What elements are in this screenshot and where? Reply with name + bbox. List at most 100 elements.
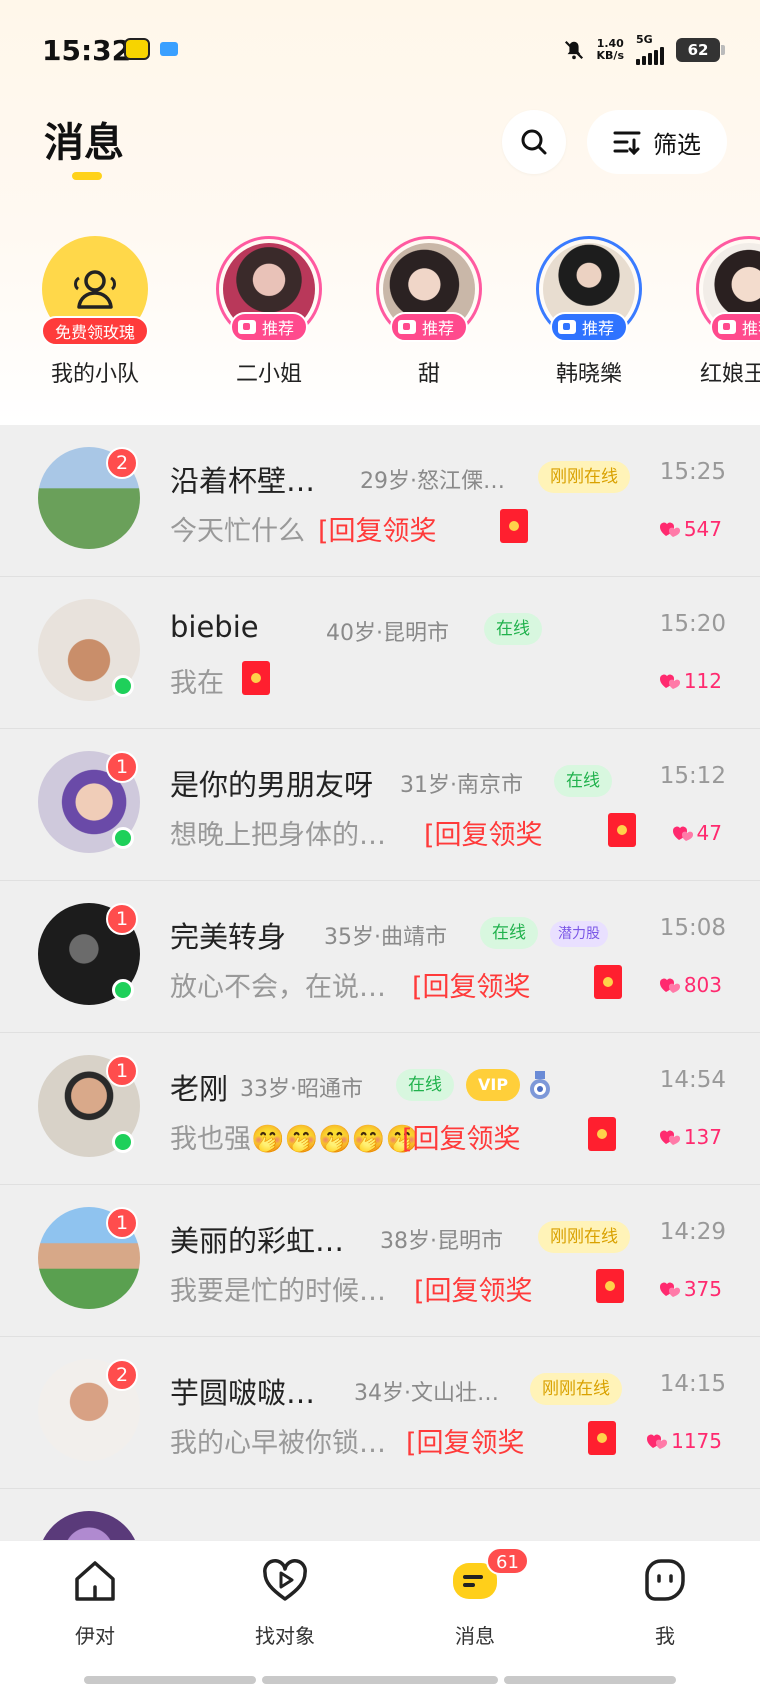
red-envelope-icon[interactable] — [588, 1421, 616, 1455]
profile-face-icon — [645, 1559, 685, 1601]
intimacy-score: 547 — [659, 517, 722, 541]
unread-badge: 1 — [106, 1207, 138, 1239]
story-name: 二小姐 — [235, 362, 302, 387]
conversation-row[interactable]: 1 完美转身 35岁·曲靖市 在线 潜力股 15:08 放心不会，在说… [回复… — [0, 881, 760, 1033]
tab-me[interactable]: 我 — [610, 1557, 720, 1649]
mute-bell-icon — [563, 38, 585, 62]
story-user[interactable]: 推荐 二小姐 — [214, 236, 324, 388]
conversation-row[interactable]: 1 是你的男朋友呀 31岁·南京市 在线 15:12 想晚上把身体的… [回复领… — [0, 729, 760, 881]
online-status: 刚刚在线 — [538, 1221, 630, 1253]
online-status: 在线 — [554, 765, 612, 797]
story-name: 我的小队 — [50, 362, 139, 387]
message-time: 15:25 — [659, 459, 726, 485]
red-envelope-icon[interactable] — [242, 661, 270, 695]
video-icon — [557, 320, 576, 334]
online-status: 刚刚在线 — [530, 1373, 622, 1405]
status-time: 15:32 — [42, 34, 132, 67]
tab-label: 找对象 — [255, 1624, 315, 1648]
red-envelope-icon[interactable] — [608, 813, 636, 847]
intimacy-score: 137 — [659, 1125, 722, 1149]
title-underline — [72, 172, 102, 180]
conversation-row[interactable]: 2 芋圆啵啵… 34岁·文山壮… 刚刚在线 14:15 我的心早被你锁… [回复… — [0, 1337, 760, 1489]
contact-name: 美丽的彩虹… — [170, 1224, 345, 1258]
intimacy-score: 47 — [672, 821, 722, 845]
video-icon — [237, 320, 256, 334]
conversation-row[interactable]: 1 老刚 33岁·昭通市 在线 VIP 14:54 我也强🤭🤭🤭🤭🤭 [回复领奖… — [0, 1033, 760, 1185]
recommend-badge: 推荐 — [709, 312, 760, 342]
conversation-row[interactable]: 2 沿着杯壁… 29岁·怒江傈… 刚刚在线 15:25 今天忙什么 [回复领奖 … — [0, 425, 760, 577]
network-speed: 1.40 KB/s — [596, 36, 624, 62]
unread-badge: 1 — [106, 751, 138, 783]
story-name: 甜 — [417, 362, 440, 387]
red-envelope-icon[interactable] — [500, 509, 528, 543]
heart-icon — [659, 674, 680, 689]
reply-reward-label: [回复领奖 — [406, 1428, 525, 1459]
contact-name: biebie — [170, 610, 259, 644]
intimacy-score: 375 — [659, 1277, 722, 1301]
page-title: 消息 — [44, 120, 124, 166]
team-icon — [74, 270, 116, 309]
story-user[interactable]: 推荐 甜 — [374, 236, 484, 388]
red-envelope-icon[interactable] — [596, 1269, 624, 1303]
free-rose-badge: 免费领玫瑰 — [40, 316, 150, 346]
filter-label: 筛选 — [653, 130, 701, 159]
heart-icon — [659, 522, 680, 537]
filter-button[interactable]: 筛选 — [587, 110, 727, 174]
online-status: 在线 — [480, 917, 538, 949]
message-preview: 我的心早被你锁… — [170, 1428, 386, 1459]
online-dot — [112, 1131, 134, 1153]
app-notification-icon — [124, 38, 150, 60]
story-my-team[interactable]: 免费领玫瑰 我的小队 — [40, 236, 150, 388]
contact-meta: 33岁·昭通市 — [240, 1077, 363, 1102]
story-user[interactable]: 推荐 红娘王 — [694, 236, 760, 388]
message-time: 15:20 — [659, 611, 726, 637]
message-time: 14:54 — [659, 1067, 726, 1093]
bottom-tab-bar: 伊对 找对象 消息 61 我 — [0, 1540, 760, 1688]
reply-reward-label: [回复领奖 — [412, 972, 531, 1003]
contact-name: 芋圆啵啵… — [170, 1376, 316, 1410]
contact-meta: 34岁·文山壮… — [354, 1381, 499, 1406]
conversation-row[interactable]: biebie 40岁·昆明市 在线 15:20 我在 112 — [0, 577, 760, 729]
red-envelope-icon[interactable] — [588, 1117, 616, 1151]
contact-name: 沿着杯壁… — [170, 464, 316, 498]
gesture-bar — [84, 1676, 256, 1684]
story-user[interactable]: 推荐 韩晓樂 — [534, 236, 644, 388]
message-time: 15:08 — [659, 915, 726, 941]
tab-home[interactable]: 伊对 — [40, 1557, 150, 1649]
tab-find-match[interactable]: 找对象 — [230, 1557, 340, 1649]
reply-reward-label: [回复领奖 — [402, 1124, 521, 1155]
contact-meta: 38岁·昆明市 — [380, 1229, 503, 1254]
message-preview: 我要是忙的时候… — [170, 1276, 386, 1307]
conversation-list: 2 沿着杯壁… 29岁·怒江傈… 刚刚在线 15:25 今天忙什么 [回复领奖 … — [0, 425, 760, 1641]
heart-icon — [647, 1434, 668, 1449]
medal-icon — [530, 1071, 550, 1099]
online-dot — [112, 675, 134, 697]
contact-meta: 31岁·南京市 — [400, 773, 523, 798]
message-time: 15:12 — [659, 763, 726, 789]
search-icon — [521, 129, 547, 155]
filter-icon — [613, 131, 641, 155]
heart-icon — [659, 1130, 680, 1145]
message-preview: 今天忙什么 — [170, 516, 305, 547]
contact-name: 完美转身 — [170, 920, 287, 954]
recommend-badge: 推荐 — [229, 312, 309, 342]
messages-unread-badge: 61 — [486, 1547, 529, 1575]
contact-name: 老刚 — [170, 1072, 229, 1106]
video-icon — [397, 320, 416, 334]
recommend-badge: 推荐 — [389, 312, 469, 342]
conversation-row[interactable]: 1 美丽的彩虹… 38岁·昆明市 刚刚在线 14:29 我要是忙的时候… [回复… — [0, 1185, 760, 1337]
unread-badge: 2 — [106, 1359, 138, 1391]
unread-badge: 1 — [106, 1055, 138, 1087]
intimacy-score: 803 — [659, 973, 722, 997]
search-button[interactable] — [502, 110, 566, 174]
status-right: 1.40 KB/s 5G 62 — [563, 33, 725, 65]
gesture-bar — [262, 1676, 498, 1684]
online-dot — [112, 979, 134, 1001]
online-dot — [112, 827, 134, 849]
red-envelope-icon[interactable] — [594, 965, 622, 999]
online-status: 刚刚在线 — [538, 461, 630, 493]
network-type: 5G — [636, 33, 653, 46]
heart-icon — [672, 826, 693, 841]
online-status: 在线 — [484, 613, 542, 645]
online-status: 在线 — [396, 1069, 454, 1101]
